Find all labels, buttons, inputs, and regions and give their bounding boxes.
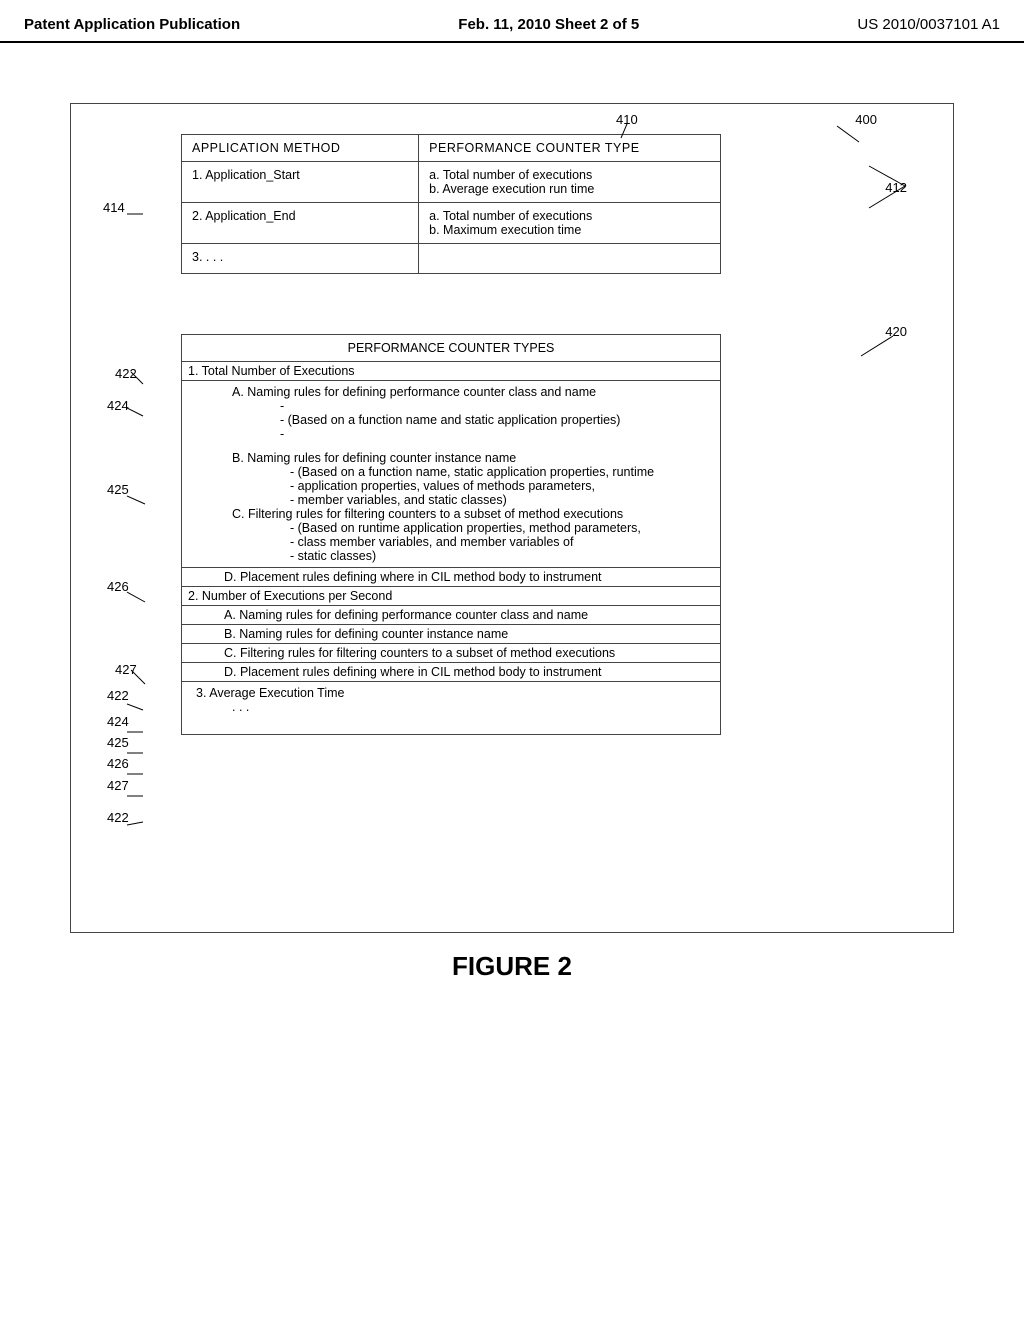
row3-counters: [419, 244, 721, 274]
ref-422b: 422: [107, 688, 129, 703]
row1-method: 1. Application_Start: [182, 162, 419, 203]
row1-counter-a: a. Total number of executions: [429, 168, 710, 182]
type-2: 2. Number of Executions per Second: [182, 587, 720, 606]
counter-types-box: PERFORMANCE COUNTER TYPES 1. Total Numbe…: [181, 334, 721, 735]
type-1-B-d1: - (Based on a function name, static appl…: [190, 465, 710, 479]
lead-422b: [127, 698, 143, 713]
page-header: Patent Application Publication Feb. 11, …: [0, 0, 1024, 43]
type-1-D: D. Placement rules defining where in CIL…: [182, 568, 720, 587]
lead-426a: [127, 590, 145, 605]
ref-422c: 422: [107, 810, 129, 825]
type-2-C: C. Filtering rules for filtering counter…: [182, 644, 720, 663]
row2-method: 2. Application_End: [182, 203, 419, 244]
type-3-dots: . . .: [190, 700, 710, 714]
lead-426b: [127, 764, 143, 779]
method-counter-table: APPLICATION METHOD PERFORMANCE COUNTER T…: [181, 134, 721, 274]
lead-427b: [127, 786, 143, 801]
type-2-D: D. Placement rules defining where in CIL…: [182, 663, 720, 682]
ref-427b: 427: [107, 778, 129, 793]
header-left: Patent Application Publication: [24, 16, 240, 33]
type-1: 1. Total Number of Executions: [182, 362, 720, 381]
ref-426b: 426: [107, 756, 129, 771]
row2-counter-a: a. Total number of executions: [429, 209, 710, 223]
ref-424b: 424: [107, 714, 129, 729]
figure-caption: FIGURE 2: [70, 951, 954, 982]
type-1-A-d1: -: [190, 399, 710, 413]
type-1-C-d3: - static classes): [190, 549, 710, 563]
lead-425b: [127, 743, 143, 758]
ref-414: 414: [103, 200, 125, 215]
row2-counter-b: b. Maximum execution time: [429, 223, 710, 237]
lead-422c: [127, 816, 143, 831]
type-1-B-d2: - application properties, values of meth…: [190, 479, 710, 493]
lead-425a: [127, 492, 145, 507]
counter-types-title: PERFORMANCE COUNTER TYPES: [182, 335, 720, 362]
type-1-C-d2: - class member variables, and member var…: [190, 535, 710, 549]
lead-412: [869, 162, 905, 213]
col-performance-counter-type: PERFORMANCE COUNTER TYPE: [419, 135, 721, 162]
ref-425a: 425: [107, 482, 129, 497]
lead-424b: [127, 722, 143, 737]
lead-422a: [131, 372, 145, 389]
ref-426a: 426: [107, 579, 129, 594]
type-1-A-d3: -: [190, 427, 710, 441]
header-right: US 2010/0037101 A1: [857, 16, 1000, 33]
row1-counters: a. Total number of executions b. Average…: [419, 162, 721, 203]
type-1-B: B. Naming rules for defining counter ins…: [190, 451, 710, 465]
figure-frame: 400 410 412 414 420 422 424 425 426 427 …: [70, 103, 954, 933]
row1-counter-b: b. Average execution run time: [429, 182, 710, 196]
lead-427a: [131, 668, 145, 687]
type-3-row: 3. Average Execution Time . . .: [182, 682, 720, 734]
type-1-body: A. Naming rules for defining performance…: [182, 381, 720, 568]
type-1-B-d3: - member variables, and static classes): [190, 493, 710, 507]
lead-410: [621, 124, 641, 141]
page-body: 400 410 412 414 420 422 424 425 426 427 …: [0, 43, 1024, 1002]
type-3: 3. Average Execution Time: [190, 686, 710, 700]
row2-counters: a. Total number of executions b. Maximum…: [419, 203, 721, 244]
lead-424a: [127, 404, 143, 419]
type-2-A: A. Naming rules for defining performance…: [182, 606, 720, 625]
header-center: Feb. 11, 2010 Sheet 2 of 5: [458, 16, 639, 33]
ref-424a: 424: [107, 398, 129, 413]
lead-400: [837, 118, 867, 145]
type-1-C-d1: - (Based on runtime application properti…: [190, 521, 710, 535]
row3-method: 3. . . .: [182, 244, 419, 274]
lead-414: [127, 206, 143, 221]
type-1-C: C. Filtering rules for filtering counter…: [190, 507, 710, 521]
type-1-A-d2: - (Based on a function name and static a…: [190, 413, 710, 427]
col-application-method: APPLICATION METHOD: [182, 135, 419, 162]
ref-425b: 425: [107, 735, 129, 750]
type-1-A: A. Naming rules for defining performance…: [190, 385, 710, 399]
type-2-B: B. Naming rules for defining counter ins…: [182, 625, 720, 644]
lead-420: [861, 336, 893, 359]
